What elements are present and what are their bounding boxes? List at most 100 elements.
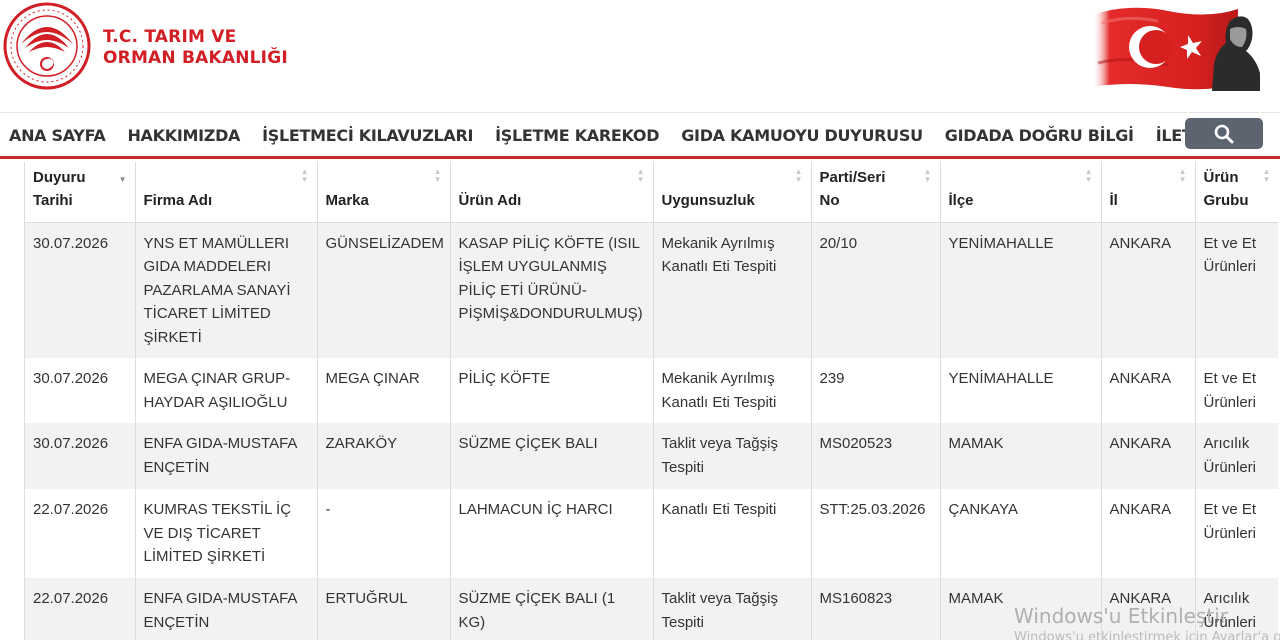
nav-item-about[interactable]: HAKKIMIZDA xyxy=(127,126,240,145)
announcement-date-cell: 30.07.2026 xyxy=(25,358,136,423)
search-icon xyxy=(1214,124,1234,143)
nav-item-home[interactable]: ANA SAYFA xyxy=(9,126,106,145)
company-name-cell: YNS ET MAMÜLLERI GIDA MADDELERI PAZARLAM… xyxy=(135,222,318,358)
table-body: 30.07.2026 YNS ET MAMÜLLERI GIDA MADDELER… xyxy=(25,222,1278,640)
province-cell: ANKARA xyxy=(1101,222,1196,358)
header-label-line1 xyxy=(949,166,1079,189)
district-cell: ÇANKAYA xyxy=(940,489,1102,578)
sort-icon[interactable]: ▲ ▼ xyxy=(1085,168,1093,184)
col-announcement-date-header[interactable]: Duyuru Tarihi ▼ xyxy=(25,162,136,223)
col-province-header[interactable]: İl ▲ ▼ xyxy=(1101,162,1196,223)
header-label-line2: Uygunsuzluk xyxy=(661,192,755,209)
product-name-cell: SÜZME ÇİÇEK BALI (1 KG) xyxy=(450,578,654,640)
brand-cell: ERTUĞRUL xyxy=(317,578,451,640)
sort-icon[interactable]: ▲ ▼ xyxy=(301,168,309,184)
col-nonconformity-header[interactable]: Uygunsuzluk ▲ ▼ xyxy=(653,162,812,223)
sort-icon[interactable]: ▲ ▼ xyxy=(795,168,803,184)
ministry-logo-icon[interactable] xyxy=(3,2,91,90)
batch-no-cell: MS160823 xyxy=(811,578,941,640)
province-cell: ANKARA xyxy=(1101,489,1196,578)
announcement-date-cell: 30.07.2026 xyxy=(25,222,136,358)
batch-no-cell: 239 xyxy=(811,358,941,423)
site-header: T.C. TARIM VE ORMAN BAKANLIĞI xyxy=(0,0,1280,112)
nav-item-food-announcement[interactable]: GIDA KAMUOYU DUYURUSU xyxy=(681,126,923,145)
table-header-row: Duyuru Tarihi ▼ Firma Adı ▲ ▼ Marka ▲ ▼ Ürün A… xyxy=(25,162,1278,223)
table-row[interactable]: 22.07.2026 KUMRAS TEKSTİL İÇ VE DIŞ TİCAR… xyxy=(25,489,1278,578)
nonconformity-cell: Kanatlı Eti Tespiti xyxy=(653,489,812,578)
nav-item-correct-info[interactable]: GIDADA DOĞRU BİLGİ xyxy=(945,126,1134,145)
header-label-line2: Tarihi xyxy=(33,192,73,209)
product-name-cell: SÜZME ÇİÇEK BALI xyxy=(450,423,654,489)
announcement-date-cell: 30.07.2026 xyxy=(25,423,136,489)
announcements-table: Duyuru Tarihi ▼ Firma Adı ▲ ▼ Marka ▲ ▼ Ürün A… xyxy=(25,162,1278,640)
ministry-name-line1: T.C. TARIM VE xyxy=(103,27,237,47)
turkish-flag-ataturk-banner-icon xyxy=(1092,7,1260,91)
batch-no-cell: 20/10 xyxy=(811,222,941,358)
province-cell: ANKARA xyxy=(1101,358,1196,423)
header-label-line1 xyxy=(662,166,789,189)
nav-item-operator-guides[interactable]: İŞLETMECİ KILAVUZLARI xyxy=(262,126,473,145)
header-label-line2: Marka xyxy=(325,192,369,209)
sort-icon[interactable]: ▲ ▼ xyxy=(637,168,645,184)
header-label-line2: No xyxy=(819,192,840,209)
nonconformity-cell: Taklit veya Tağşiş Tespiti xyxy=(653,578,812,640)
province-cell: ANKARA xyxy=(1101,423,1196,489)
district-cell: MAMAK xyxy=(940,423,1102,489)
col-product-name-header[interactable]: Ürün Adı ▲ ▼ xyxy=(450,162,654,223)
sort-icon[interactable]: ▲ ▼ xyxy=(1179,168,1187,184)
nonconformity-cell: Mekanik Ayrılmış Kanatlı Eti Tespiti xyxy=(653,358,812,423)
product-name-cell: LAHMACUN İÇ HARCI xyxy=(450,489,654,578)
table-row[interactable]: 30.07.2026 MEGA ÇINAR GRUP-HAYDAR AŞILIOĞ… xyxy=(25,358,1278,423)
company-name-cell: MEGA ÇINAR GRUP-HAYDAR AŞILIOĞLU xyxy=(135,358,318,423)
col-district-header[interactable]: İlçe ▲ ▼ xyxy=(940,162,1102,223)
header-label-line1: Duyuru xyxy=(33,169,86,186)
windows-activation-watermark-sub: Windows'u etkinleştirmek için Ayarlar'a … xyxy=(1014,630,1280,640)
brand-cell: MEGA ÇINAR xyxy=(317,358,451,423)
sort-icon[interactable]: ▲ ▼ xyxy=(924,168,932,184)
company-name-cell: KUMRAS TEKSTİL İÇ VE DIŞ TİCARET LİMİTED… xyxy=(135,489,318,578)
col-brand-header[interactable]: Marka ▲ ▼ xyxy=(317,162,451,223)
header-label-line2: İlçe xyxy=(948,192,974,209)
header-label-line1: Ürün xyxy=(1203,169,1239,186)
sort-icon[interactable]: ▲ ▼ xyxy=(434,168,442,184)
district-cell: YENİMAHALLE xyxy=(940,358,1102,423)
table-row[interactable]: 30.07.2026 ENFA GIDA-MUSTAFA ENÇETİN ZARAK… xyxy=(25,423,1278,489)
header-label-line1 xyxy=(144,166,295,189)
product-group-cell: Et ve Et Ürünleri xyxy=(1195,222,1278,358)
brand-cell: ZARAKÖY xyxy=(317,423,451,489)
table-row[interactable]: 30.07.2026 YNS ET MAMÜLLERI GIDA MADDELER… xyxy=(25,222,1278,358)
batch-no-cell: STT:25.03.2026 xyxy=(811,489,941,578)
search-button[interactable] xyxy=(1185,118,1263,149)
sort-desc-icon[interactable]: ▼ xyxy=(119,168,127,184)
announcement-date-cell: 22.07.2026 xyxy=(25,489,136,578)
company-name-cell: ENFA GIDA-MUSTAFA ENÇETİN xyxy=(135,578,318,640)
sort-icon[interactable]: ▲ ▼ xyxy=(1263,168,1271,184)
brand-cell: - xyxy=(317,489,451,578)
nav-item-business-qrcode[interactable]: İŞLETME KAREKOD xyxy=(495,126,659,145)
ministry-name[interactable]: T.C. TARIM VE ORMAN BAKANLIĞI xyxy=(103,27,288,69)
nonconformity-cell: Mekanik Ayrılmış Kanatlı Eti Tespiti xyxy=(653,222,812,358)
product-name-cell: KASAP PİLİÇ KÖFTE (ISIL İŞLEM UYGULANMIŞ… xyxy=(450,222,654,358)
header-label-line2: Grubu xyxy=(1203,192,1249,209)
nonconformity-cell: Taklit veya Tağşiş Tespiti xyxy=(653,423,812,489)
col-batch-no-header[interactable]: Parti/Seri No ▲ ▼ xyxy=(811,162,941,223)
main-navigation: ANA SAYFA HAKKIMIZDA İŞLETMECİ KILAVUZLARI… xyxy=(0,112,1280,159)
col-product-group-header[interactable]: Ürün Grubu ▲ ▼ xyxy=(1195,162,1278,223)
windows-activation-watermark: Windows'u Etkinleştir xyxy=(1014,604,1229,628)
company-name-cell: ENFA GIDA-MUSTAFA ENÇETİN xyxy=(135,423,318,489)
col-company-name-header[interactable]: Firma Adı ▲ ▼ xyxy=(135,162,318,223)
product-group-cell: Et ve Et Ürünleri xyxy=(1195,489,1278,578)
nav-menu: ANA SAYFA HAKKIMIZDA İŞLETMECİ KILAVUZLARI… xyxy=(9,113,1253,157)
brand-cell: GÜNSELİZADEM xyxy=(317,222,451,358)
announcements-table-container[interactable]: Duyuru Tarihi ▼ Firma Adı ▲ ▼ Marka ▲ ▼ Ürün A… xyxy=(24,162,1278,640)
product-group-cell: Arıcılık Ürünleri xyxy=(1195,423,1278,489)
district-cell: YENİMAHALLE xyxy=(940,222,1102,358)
header-label-line1 xyxy=(1110,166,1173,189)
batch-no-cell: MS020523 xyxy=(811,423,941,489)
header-label-line1 xyxy=(459,166,631,189)
header-label-line1: Parti/Seri xyxy=(819,169,886,186)
header-label-line2: İl xyxy=(1109,192,1118,209)
ministry-name-line2: ORMAN BAKANLIĞI xyxy=(103,48,288,68)
header-label-line2: Ürün Adı xyxy=(458,192,522,209)
product-name-cell: PİLİÇ KÖFTE xyxy=(450,358,654,423)
